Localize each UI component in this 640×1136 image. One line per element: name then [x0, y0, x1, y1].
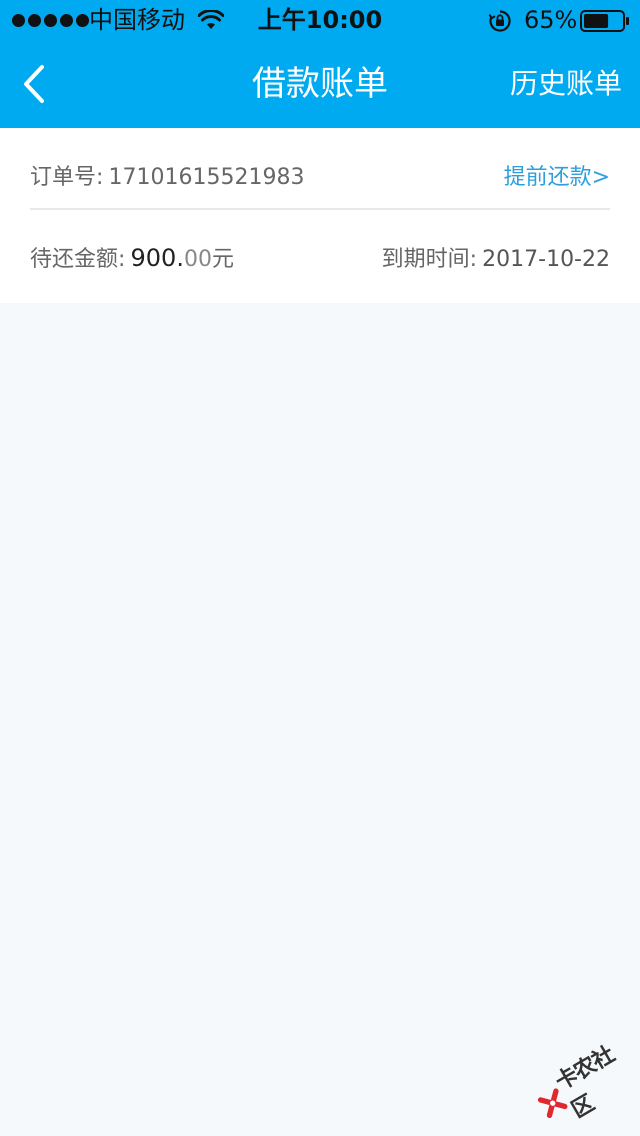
navigation-bar: 借款账单 历史账单 — [0, 40, 640, 128]
back-button[interactable] — [14, 58, 58, 110]
history-bill-button[interactable]: 历史账单 — [510, 66, 622, 102]
rotation-lock-icon — [488, 10, 511, 32]
order-info: 订单号: 17101615521983 — [30, 159, 304, 191]
due-label: 到期时间: — [381, 247, 478, 272]
order-number: 17101615521983 — [108, 165, 305, 190]
amount-row: 待还金额: 900.00元 到期时间: 2017-10-22 — [30, 234, 610, 280]
due-date: 2017-10-22 — [482, 247, 610, 272]
prepay-button[interactable]: 提前还款> — [504, 159, 610, 191]
divider — [30, 208, 610, 210]
battery-percent: 65% — [524, 6, 578, 34]
battery-icon — [580, 10, 629, 32]
order-row: 订单号: 17101615521983 提前还款> — [30, 152, 610, 198]
amount-label: 待还金额: — [30, 247, 126, 272]
bill-card: 订单号: 17101615521983 提前还款> 待还金额: 900.00元 … — [0, 128, 640, 303]
amount-integer: 900. — [130, 244, 184, 272]
app-screen: 中国移动 上午10:00 65% 借款账单 历史账单 订单号: 17101615… — [0, 0, 640, 1136]
status-bar: 中国移动 上午10:00 65% — [0, 0, 640, 40]
order-label: 订单号: — [30, 165, 104, 190]
amount-info: 待还金额: 900.00元 — [30, 241, 234, 273]
amount-decimal: 00 — [183, 247, 212, 272]
due-info: 到期时间: 2017-10-22 — [382, 241, 610, 273]
watermark: 卡农社区 — [525, 1028, 640, 1136]
chevron-left-icon — [24, 65, 44, 103]
amount-unit: 元 — [211, 247, 234, 272]
